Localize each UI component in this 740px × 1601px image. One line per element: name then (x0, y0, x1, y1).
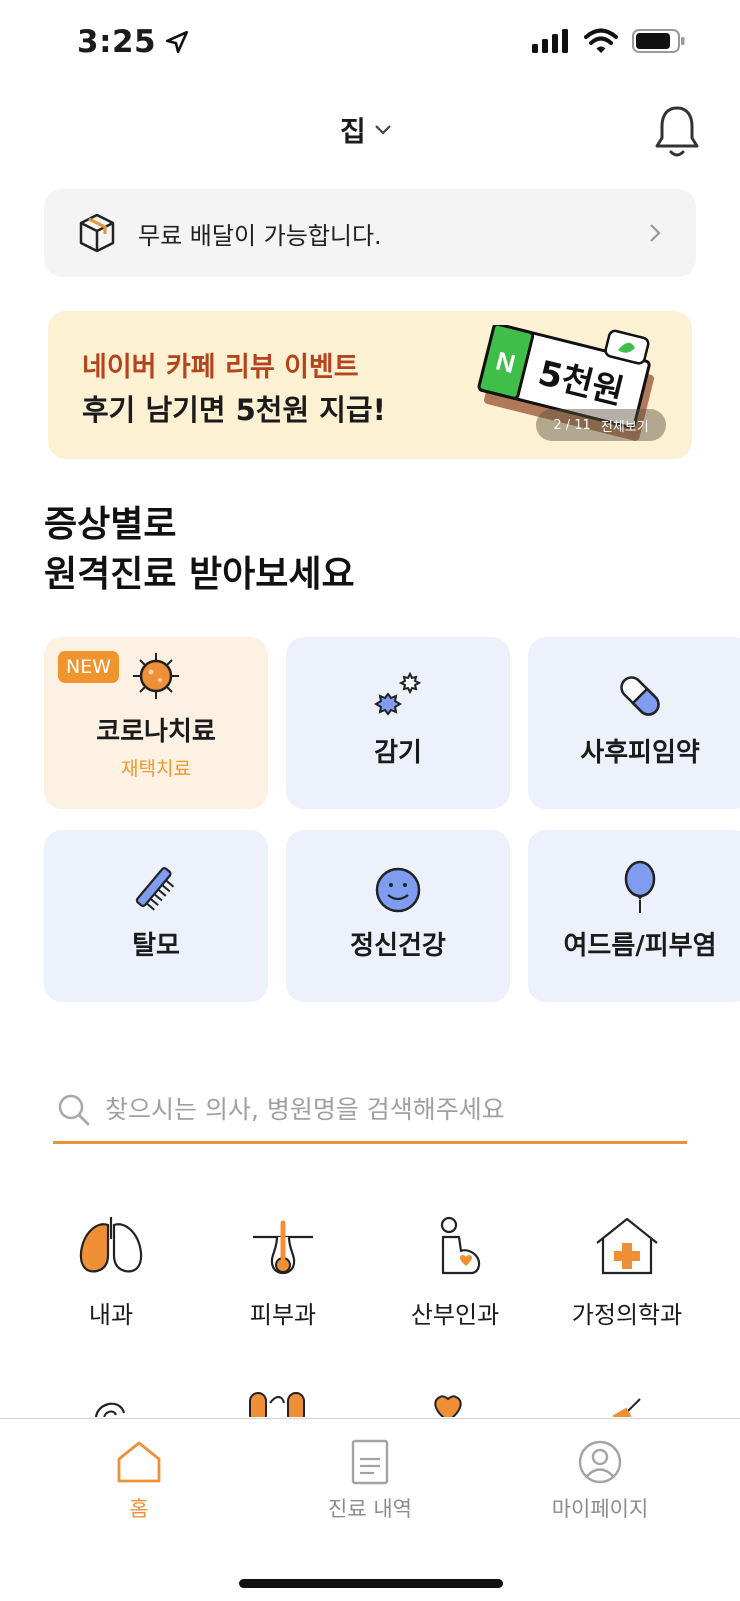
nav-label: 진료 내역 (328, 1497, 412, 1521)
event-title: 네이버 카페 리뷰 이벤트 (82, 352, 359, 383)
time-text: 3:25 (77, 24, 157, 60)
department-label: 내과 (88, 1301, 134, 1329)
symptom-label: 탈모 (132, 931, 180, 961)
home-indicator (239, 1579, 503, 1588)
department-label: 산부인과 (410, 1301, 500, 1329)
symptom-card-mental[interactable]: 정신건강 (286, 830, 510, 1002)
wifi-icon (584, 28, 618, 53)
location-arrow-icon (166, 30, 189, 54)
germ-icon (374, 671, 422, 716)
chevron-right-icon (650, 224, 661, 242)
event-subtitle: 후기 남기면 5천원 지급! (82, 393, 386, 427)
home-icon (117, 1441, 161, 1483)
nav-history[interactable]: 진료 내역 (290, 1439, 450, 1523)
pill-icon (620, 676, 660, 716)
virus-icon (133, 653, 179, 699)
notification-button[interactable] (654, 104, 700, 164)
header: 집 (0, 100, 740, 170)
symptom-label: 사후피임약 (580, 738, 700, 768)
package-icon (79, 213, 115, 253)
symptom-label: 감기 (374, 738, 422, 768)
symptom-card-covid[interactable]: NEW 코로나치료 재택치료 (44, 637, 268, 809)
battery-icon (632, 29, 685, 53)
search-bar[interactable] (53, 1078, 687, 1144)
department-family-medicine[interactable]: 가정의학과 (541, 1215, 713, 1330)
new-badge: NEW (58, 651, 120, 683)
search-icon (58, 1094, 90, 1125)
department-obgyn[interactable]: 산부인과 (369, 1215, 541, 1330)
bell-icon (655, 106, 699, 157)
comb-icon (135, 867, 175, 911)
section-title-line1: 증상별로 (44, 504, 177, 545)
status-time: 3:25 (77, 24, 190, 60)
user-circle-icon (578, 1440, 622, 1484)
syringe-icon (612, 1398, 641, 1417)
delivery-text: 무료 배달이 가능합니다. (138, 221, 382, 250)
nav-label: 마이페이지 (551, 1497, 649, 1521)
section-title: 증상별로 원격진료 받아보세요 (44, 500, 355, 600)
heart-icon (434, 1395, 462, 1417)
search-input[interactable] (105, 1095, 687, 1124)
view-all-link: 전체보기 (600, 419, 649, 435)
banner-pager[interactable]: 2 / 11 전체보기 (536, 409, 666, 441)
symptom-label: 코로나치료 (96, 717, 216, 747)
bones-icon (249, 1392, 305, 1417)
pregnant-icon (440, 1216, 481, 1275)
symptom-label: 정신건강 (350, 931, 446, 961)
hair-follicle-icon (253, 1220, 313, 1275)
section-title-line2: 원격진료 받아보세요 (44, 554, 355, 595)
pager-count: 2 / 11 (553, 417, 591, 433)
symptom-card-acne[interactable]: 여드름/피부염 (528, 830, 740, 1002)
event-banner[interactable]: 네이버 카페 리뷰 이벤트 후기 남기면 5천원 지급! N 5천원 2 / 1… (48, 311, 692, 459)
symptom-card-cold[interactable]: 감기 (286, 637, 510, 809)
lungs-icon (79, 1217, 143, 1273)
status-icons (532, 28, 686, 54)
department-internal[interactable]: 내과 (25, 1215, 197, 1330)
symptom-label: 여드름/피부염 (563, 931, 717, 961)
nav-home[interactable]: 홈 (59, 1439, 219, 1523)
location-label: 집 (340, 115, 366, 148)
chevron-down-icon (374, 125, 391, 135)
nav-label: 홈 (129, 1497, 149, 1521)
delivery-banner[interactable]: 무료 배달이 가능합니다. (44, 189, 696, 277)
ear-icon (95, 1402, 126, 1417)
department-label: 피부과 (249, 1301, 317, 1329)
department-dermatology[interactable]: 피부과 (197, 1215, 369, 1330)
bottom-nav: 홈 진료 내역 마이페이지 (0, 1418, 740, 1601)
nav-mypage[interactable]: 마이페이지 (520, 1439, 680, 1523)
house-cross-icon (596, 1217, 658, 1275)
smile-face-icon (375, 867, 421, 913)
status-bar: 3:25 (0, 0, 740, 90)
signal-icon (532, 29, 568, 53)
symptom-card-contraceptive[interactable]: 사후피임약 (528, 637, 740, 809)
document-icon (351, 1439, 389, 1485)
balloon-icon (624, 860, 656, 913)
symptom-card-hairloss[interactable]: 탈모 (44, 830, 268, 1002)
department-label: 가정의학과 (571, 1301, 683, 1329)
symptom-sublabel: 재택치료 (121, 758, 191, 780)
location-selector[interactable]: 집 (340, 110, 392, 150)
department-row-partial (0, 1385, 740, 1417)
